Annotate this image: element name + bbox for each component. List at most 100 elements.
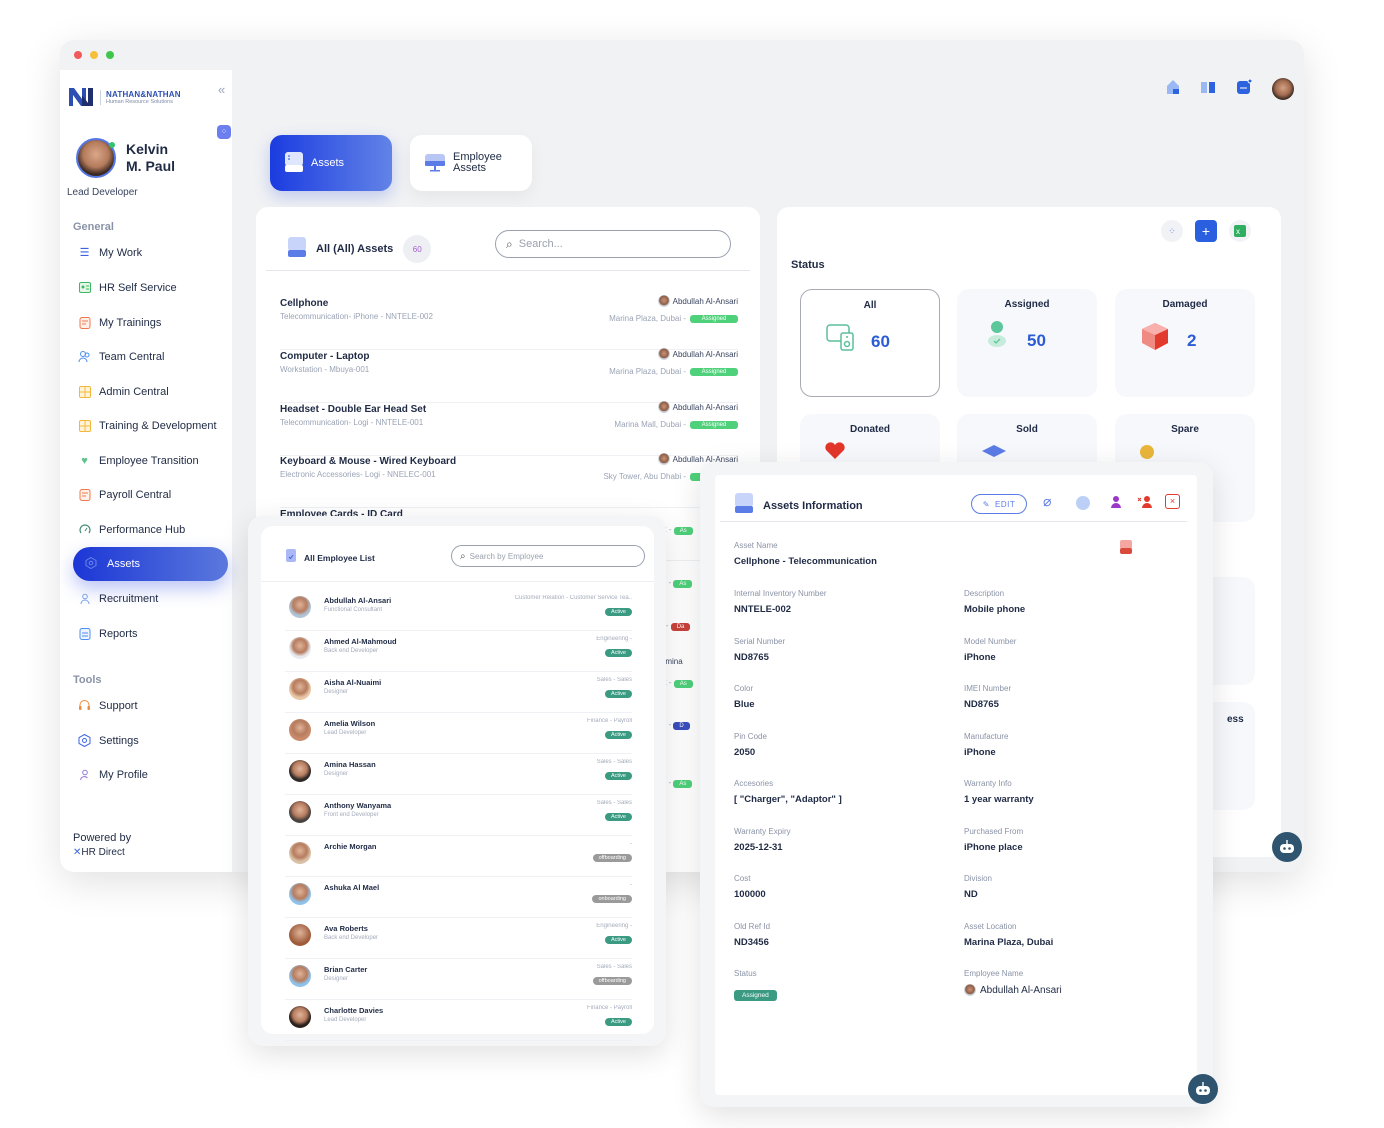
employee-row[interactable]: Ashuka Al Mael - onboarding xyxy=(285,877,632,918)
assets-list-title: All (All) Assets xyxy=(316,243,394,255)
divider xyxy=(261,581,654,582)
field-value: ND8765 xyxy=(964,699,999,710)
sidebar-item-training-development[interactable]: Training & Development xyxy=(78,419,217,432)
employee-name: Brian Carter xyxy=(324,965,368,974)
status-card-assigned[interactable]: Assigned 50 xyxy=(957,289,1097,397)
employee-role: Designer xyxy=(324,771,349,777)
apps-icon[interactable]: ⁘ xyxy=(217,125,231,139)
field-label: Asset Name xyxy=(734,541,778,550)
headset-icon xyxy=(78,699,91,712)
close-icon[interactable]: × xyxy=(1165,494,1180,509)
notifications-icon[interactable] xyxy=(1236,78,1253,100)
asset-location: Marina Plaza, Dubai - Assigned xyxy=(609,314,738,323)
status-badge: Active xyxy=(605,649,632,657)
employee-name: Archie Morgan xyxy=(324,842,377,851)
edit-button[interactable]: ✎ EDIT xyxy=(971,494,1027,514)
status-count: 60 xyxy=(871,332,890,351)
sidebar-item-my-trainings[interactable]: My Trainings xyxy=(78,316,161,329)
employee-row[interactable]: Ahmed Al-Mahmoud Back end Developer Engine… xyxy=(285,631,632,672)
status-badge: Da xyxy=(670,623,691,631)
employee-search-input[interactable]: ⌕ Search by Employee xyxy=(451,545,645,567)
field-label: Internal Inventory Number xyxy=(734,589,827,598)
field-accesories: Accesories [ "Charger", "Adaptor" ] xyxy=(734,779,842,805)
employee-role: Back end Developer xyxy=(324,935,379,941)
sidebar-item-label: HR Self Service xyxy=(99,281,177,294)
tab-assets[interactable]: Assets xyxy=(270,135,392,191)
asset-row[interactable]: Cellphone Telecommunication- iPhone - NN… xyxy=(280,295,738,350)
chatbot-button[interactable] xyxy=(1188,1074,1218,1104)
add-asset-button[interactable]: + xyxy=(1195,220,1217,242)
status-card-all[interactable]: All 60 xyxy=(800,289,940,397)
employee-row[interactable]: Ava Roberts Back end Developer Engineering… xyxy=(285,918,632,959)
sidebar-item-employee-transition[interactable]: ♥ Employee Transition xyxy=(78,454,198,467)
sidebar-item-performance-hub[interactable]: Performance Hub xyxy=(78,523,185,536)
user-profile[interactable]: Kelvin M. Paul xyxy=(76,138,175,178)
tab-label-line2: Assets xyxy=(453,162,487,174)
asset-row[interactable]: Headset - Double Ear Head Set Telecommun… xyxy=(280,401,738,456)
status-card-damaged[interactable]: Damaged 2 xyxy=(1115,289,1255,397)
asset-row[interactable]: Computer - Laptop Workstation - Mbuya-00… xyxy=(280,348,738,403)
employee-row[interactable]: Archie Morgan - offboarding xyxy=(285,836,632,877)
search-placeholder: Search by Employee xyxy=(469,551,544,561)
assets-search-input[interactable]: ⌕ Search... xyxy=(495,230,731,258)
sidebar-item-hr-self-service[interactable]: HR Self Service xyxy=(78,281,177,294)
sidebar-item-my-profile[interactable]: My Profile xyxy=(78,768,148,781)
employee-department: Finance - Payroll xyxy=(586,1005,632,1011)
avatar xyxy=(289,965,311,987)
filter-icon[interactable]: ⁘ xyxy=(1161,220,1183,242)
status-count: 2 xyxy=(1187,331,1197,350)
field-description: Description Mobile phone xyxy=(964,589,1025,615)
employee-department: Sales - Sales xyxy=(596,800,632,806)
unassign-user-icon[interactable] xyxy=(1137,495,1153,514)
reassign-user-icon[interactable] xyxy=(1110,495,1124,514)
status-badge: Assigned xyxy=(690,367,738,376)
sidebar-item-admin-central[interactable]: Admin Central xyxy=(78,385,169,398)
employee-row[interactable]: Charlotte Davies Lead Developer Finance - … xyxy=(285,1000,632,1041)
employee-department: Customer Relation - Customer Service Tea… xyxy=(514,595,632,601)
collapse-sidebar-icon[interactable]: « xyxy=(218,82,225,97)
user-avatar[interactable] xyxy=(1272,78,1294,100)
sidebar-item-assets[interactable]: Assets xyxy=(73,547,228,581)
field-value: ND8765 xyxy=(734,651,769,663)
search-icon: ⌕ xyxy=(460,550,466,562)
sidebar-item-my-work[interactable]: ☰ My Work xyxy=(78,246,143,260)
employee-row[interactable]: Amina Hassan Designer Sales - Sales Active xyxy=(285,754,632,795)
tab-employee-assets[interactable]: Employee Assets xyxy=(410,135,532,191)
sidebar-item-support[interactable]: Support xyxy=(78,699,138,712)
minimize-window-button[interactable] xyxy=(90,51,98,59)
field-imei-number: IMEI Number ND8765 xyxy=(964,684,1011,710)
field-value: iPhone xyxy=(964,651,996,663)
employee-row[interactable]: Anthony Wanyama Front end Developer Sales … xyxy=(285,795,632,836)
asset-location: Marina Mall, Dubai - Assigned xyxy=(614,420,738,429)
field-label: Manufacture xyxy=(964,731,1009,741)
sidebar-item-label: Payroll Central xyxy=(99,488,172,501)
sidebar-item-team-central[interactable]: Team Central xyxy=(78,350,164,363)
sidebar-item-payroll-central[interactable]: Payroll Central xyxy=(78,488,171,501)
field-cost: Cost 100000 xyxy=(734,874,766,900)
excel-export-icon[interactable]: x xyxy=(1229,220,1251,242)
sidebar-item-settings[interactable]: Settings xyxy=(78,734,139,747)
field-warranty-expiry: Warranty Expiry 2025-12-31 xyxy=(734,827,791,853)
brand-logo[interactable]: NATHAN&NATHAN Human Resource Solutions xyxy=(68,87,181,107)
home-icon[interactable] xyxy=(1166,79,1180,100)
sidebar-item-recruitment[interactable]: Recruitment xyxy=(78,592,158,605)
employee-role: Lead Developer xyxy=(324,730,367,736)
employee-row[interactable]: Amelia Wilson Lead Developer Finance - Pay… xyxy=(285,713,632,754)
maximize-window-button[interactable] xyxy=(106,51,114,59)
field-value: [ "Charger", "Adaptor" ] xyxy=(734,794,842,805)
employee-row[interactable]: Brian Carter Designer Sales - Sales offboar… xyxy=(285,959,632,1000)
employee-role: Lead Developer xyxy=(324,1017,367,1023)
employee-row[interactable]: Abdullah Al-Ansari Functional Consultant C… xyxy=(285,590,632,631)
employee-row[interactable]: Aisha Al-Nuaimi Designer Sales - Sales Acti… xyxy=(285,672,632,713)
assets-count-badge: 60 xyxy=(403,235,432,263)
employee-name: Aisha Al-Nuaimi xyxy=(324,678,382,687)
close-window-button[interactable] xyxy=(74,51,82,59)
chatbot-button[interactable] xyxy=(1272,832,1302,862)
book-icon[interactable] xyxy=(1200,80,1216,99)
attachment-icon[interactable]: ⌀ xyxy=(1043,493,1051,510)
comment-icon[interactable] xyxy=(1076,496,1090,510)
employee-name: Ashuka Al Mael xyxy=(324,883,380,892)
sidebar-item-label: Admin Central xyxy=(99,385,169,398)
asset-row[interactable]: Keyboard & Mouse - Wired Keyboard Electr… xyxy=(280,453,738,508)
sidebar-item-reports[interactable]: Reports xyxy=(78,627,138,640)
